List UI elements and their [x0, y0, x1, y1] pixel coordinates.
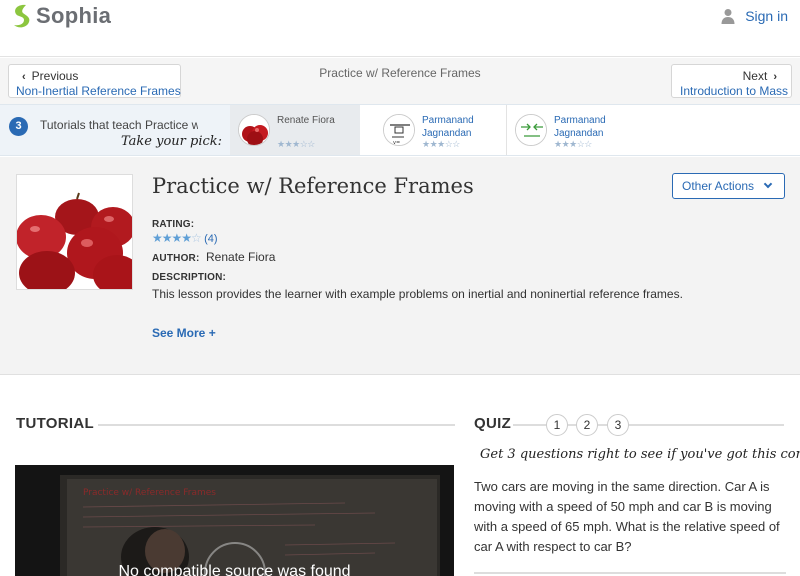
author-name: Renate Fiora — [206, 250, 276, 264]
tutorial-option-3[interactable]: Parmanand Jagnandan ★★★☆☆ — [506, 105, 646, 155]
tutorial-author: Parmanand Jagnandan — [554, 115, 606, 139]
tutorial-option-1[interactable]: Renate Fiora ★★★☆☆ — [230, 105, 360, 155]
quiz-bottom-divider — [474, 572, 786, 574]
quiz-heading: QUIZ — [474, 415, 512, 432]
lesson-nav: ‹ Previous Non-Inertial Reference Frames … — [0, 58, 800, 104]
user-icon — [721, 9, 735, 24]
quiz-question-1[interactable]: 1 — [546, 414, 568, 436]
lesson-info: Practice w/ Reference Frames Other Actio… — [0, 157, 800, 375]
take-your-pick-label: Take your pick: — [121, 134, 223, 149]
other-actions-dropdown[interactable]: Other Actions — [672, 173, 785, 199]
top-header: Sophia Sign in — [0, 0, 800, 57]
rating-count-link[interactable]: (4) — [204, 233, 217, 245]
video-player[interactable]: Practice w/ Reference Frames No compatib… — [15, 465, 454, 576]
description-text: This lesson provides the learner with ex… — [152, 287, 683, 301]
author-label: AUTHOR: — [152, 253, 200, 264]
quiz-question-3[interactable]: 3 — [607, 414, 629, 436]
lesson-title: Practice w/ Reference Frames — [152, 174, 474, 198]
sophia-logo-icon — [14, 4, 30, 28]
quiz-tagline: Get 3 questions right to see if you've g… — [480, 447, 800, 462]
sign-in-label: Sign in — [745, 8, 788, 24]
video-error-message: No compatible source was found — [118, 563, 351, 576]
svg-text:v=: v= — [393, 140, 400, 146]
next-title: Introduction to Mass — [680, 84, 789, 98]
chevron-right-icon: › — [773, 71, 777, 83]
tutorial-count-badge: 3 — [9, 117, 28, 136]
tutorial-chooser: 3 Tutorials that teach Practice w/ Take … — [0, 104, 800, 156]
rating-row: ★★★★☆ (4) — [152, 231, 218, 245]
chooser-text: Tutorials that teach Practice w/ — [40, 118, 198, 132]
sign-in-link[interactable]: Sign in — [720, 8, 788, 24]
rating-stars: ★★★★☆ — [152, 231, 202, 245]
chevron-down-icon — [763, 179, 773, 189]
chooser-intro: 3 Tutorials that teach Practice w/ Take … — [0, 105, 230, 155]
lesson-image-apples — [16, 174, 133, 290]
tutorial-rating: ★★★☆☆ — [277, 139, 315, 149]
next-caption: Next — [742, 69, 768, 83]
previous-title: Non-Inertial Reference Frames — [16, 84, 181, 98]
sophia-logo[interactable]: Sophia — [10, 2, 111, 30]
diagram-thumbnail: v= — [383, 114, 415, 146]
other-actions-label: Other Actions — [682, 179, 755, 193]
tutorial-option-2[interactable]: v= Parmanand Jagnandan ★★★☆☆ — [375, 105, 505, 155]
quiz-question-2[interactable]: 2 — [576, 414, 598, 436]
tutorial-rating: ★★★☆☆ — [422, 139, 460, 149]
arrows-thumbnail — [515, 114, 547, 146]
rating-label: RATING: — [152, 219, 195, 230]
see-more-link[interactable]: See More + — [152, 326, 216, 340]
svg-text:Practice w/ Reference Frames: Practice w/ Reference Frames — [83, 488, 216, 498]
tutorial-rating: ★★★☆☆ — [554, 139, 592, 149]
tutorial-divider — [98, 424, 455, 426]
next-button[interactable]: Next › Introduction to Mass — [671, 64, 792, 98]
quiz-question-text: Two cars are moving in the same directio… — [474, 479, 780, 554]
tutorial-author: Renate Fiora — [277, 115, 335, 126]
tutorial-heading: TUTORIAL — [16, 415, 94, 432]
tutorial-author: Parmanand Jagnandan — [422, 115, 474, 139]
logo-text: Sophia — [36, 3, 112, 28]
video-frame: Practice w/ Reference Frames — [15, 465, 454, 576]
apple-thumbnail — [238, 114, 270, 146]
description-label: DESCRIPTION: — [152, 272, 227, 283]
